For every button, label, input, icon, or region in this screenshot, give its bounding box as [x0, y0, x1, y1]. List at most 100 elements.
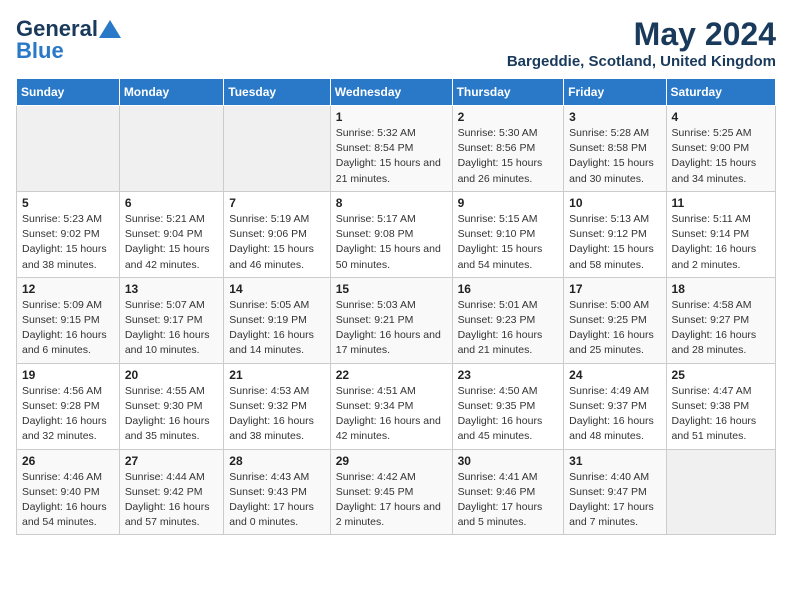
week-row-2: 12Sunrise: 5:09 AM Sunset: 9:15 PM Dayli…: [17, 277, 776, 363]
day-detail: Sunrise: 5:01 AM Sunset: 9:23 PM Dayligh…: [458, 298, 559, 359]
day-detail: Sunrise: 5:11 AM Sunset: 9:14 PM Dayligh…: [672, 212, 770, 273]
calendar-cell: 18 Sunrise: 4:58 AM Sunset: 9:27 PM Dayli…: [666, 277, 775, 363]
day-number: 17: [569, 282, 660, 296]
day-number: 13: [125, 282, 218, 296]
main-title: May 2024: [507, 16, 776, 53]
calendar-cell: 4 Sunrise: 5:25 AM Sunset: 9:00 PM Daylig…: [666, 106, 775, 192]
day-number: 20: [125, 368, 218, 382]
day-number: 23: [458, 368, 559, 382]
day-detail: Sunrise: 5:21 AM Sunset: 9:04 PM Dayligh…: [125, 212, 218, 273]
subtitle: Bargeddie, Scotland, United Kingdom: [507, 53, 776, 70]
day-number: 3: [569, 110, 660, 124]
day-number: 31: [569, 454, 660, 468]
day-number: 25: [672, 368, 770, 382]
day-number: 4: [672, 110, 770, 124]
calendar-cell: 24Sunrise: 4:49 AM Sunset: 9:37 PM Dayli…: [564, 363, 666, 449]
day-number: 11: [672, 196, 770, 210]
day-detail: Sunrise: 4:53 AM Sunset: 9:32 PM Dayligh…: [229, 384, 324, 445]
page-header: General Blue May 2024 Bargeddie, Scotlan…: [16, 16, 776, 70]
day-number: 8: [336, 196, 447, 210]
calendar-cell: 9Sunrise: 5:15 AM Sunset: 9:10 PM Daylig…: [452, 191, 564, 277]
calendar-cell: 13Sunrise: 5:07 AM Sunset: 9:17 PM Dayli…: [119, 277, 223, 363]
calendar-cell: 20 Sunrise: 4:55 AM Sunset: 9:30 PM Dayli…: [119, 363, 223, 449]
calendar-cell: [666, 449, 775, 535]
calendar-cell: [224, 106, 330, 192]
calendar-cell: 30 Sunrise: 4:41 AM Sunset: 9:46 PM Dayli…: [452, 449, 564, 535]
day-number: 29: [336, 454, 447, 468]
header-saturday: Saturday: [666, 79, 775, 106]
day-detail: Sunrise: 4:40 AM Sunset: 9:47 PM Dayligh…: [569, 470, 660, 531]
day-detail: Sunrise: 5:17 AM Sunset: 9:08 PM Dayligh…: [336, 212, 447, 273]
calendar-cell: 21 Sunrise: 4:53 AM Sunset: 9:32 PM Dayli…: [224, 363, 330, 449]
calendar-cell: 10 Sunrise: 5:13 AM Sunset: 9:12 PM Dayli…: [564, 191, 666, 277]
day-number: 28: [229, 454, 324, 468]
day-number: 12: [22, 282, 114, 296]
day-number: 1: [336, 110, 447, 124]
day-number: 19: [22, 368, 114, 382]
day-detail: Sunrise: 4:51 AM Sunset: 9:34 PM Dayligh…: [336, 384, 447, 445]
calendar-cell: 6 Sunrise: 5:21 AM Sunset: 9:04 PM Daylig…: [119, 191, 223, 277]
calendar-cell: 3 Sunrise: 5:28 AM Sunset: 8:58 PM Daylig…: [564, 106, 666, 192]
day-number: 21: [229, 368, 324, 382]
week-row-3: 19Sunrise: 4:56 AM Sunset: 9:28 PM Dayli…: [17, 363, 776, 449]
day-number: 15: [336, 282, 447, 296]
calendar-cell: 7Sunrise: 5:19 AM Sunset: 9:06 PM Daylig…: [224, 191, 330, 277]
day-detail: Sunrise: 5:13 AM Sunset: 9:12 PM Dayligh…: [569, 212, 660, 273]
calendar-cell: 12Sunrise: 5:09 AM Sunset: 9:15 PM Dayli…: [17, 277, 120, 363]
day-detail: Sunrise: 4:46 AM Sunset: 9:40 PM Dayligh…: [22, 470, 114, 531]
logo-blue: Blue: [16, 38, 64, 64]
calendar-cell: 16 Sunrise: 5:01 AM Sunset: 9:23 PM Dayli…: [452, 277, 564, 363]
day-number: 22: [336, 368, 447, 382]
header-sunday: Sunday: [17, 79, 120, 106]
day-detail: Sunrise: 4:55 AM Sunset: 9:30 PM Dayligh…: [125, 384, 218, 445]
logo-icon: [99, 18, 121, 40]
day-detail: Sunrise: 4:41 AM Sunset: 9:46 PM Dayligh…: [458, 470, 559, 531]
calendar-cell: 28 Sunrise: 4:43 AM Sunset: 9:43 PM Dayli…: [224, 449, 330, 535]
day-detail: Sunrise: 5:15 AM Sunset: 9:10 PM Dayligh…: [458, 212, 559, 273]
day-detail: Sunrise: 5:32 AM Sunset: 8:54 PM Dayligh…: [336, 126, 447, 187]
calendar-table: SundayMondayTuesdayWednesdayThursdayFrid…: [16, 78, 776, 535]
day-number: 5: [22, 196, 114, 210]
header-thursday: Thursday: [452, 79, 564, 106]
calendar-cell: 15 Sunrise: 5:03 AM Sunset: 9:21 PM Dayli…: [330, 277, 452, 363]
calendar-cell: 1 Sunrise: 5:32 AM Sunset: 8:54 PM Daylig…: [330, 106, 452, 192]
day-detail: Sunrise: 4:42 AM Sunset: 9:45 PM Dayligh…: [336, 470, 447, 531]
logo: General Blue: [16, 16, 121, 64]
week-row-1: 5Sunrise: 5:23 AM Sunset: 9:02 PM Daylig…: [17, 191, 776, 277]
day-detail: Sunrise: 5:05 AM Sunset: 9:19 PM Dayligh…: [229, 298, 324, 359]
calendar-cell: [17, 106, 120, 192]
calendar-cell: 26Sunrise: 4:46 AM Sunset: 9:40 PM Dayli…: [17, 449, 120, 535]
calendar-cell: 8 Sunrise: 5:17 AM Sunset: 9:08 PM Daylig…: [330, 191, 452, 277]
calendar-cell: 14Sunrise: 5:05 AM Sunset: 9:19 PM Dayli…: [224, 277, 330, 363]
day-detail: Sunrise: 4:43 AM Sunset: 9:43 PM Dayligh…: [229, 470, 324, 531]
calendar-cell: 29 Sunrise: 4:42 AM Sunset: 9:45 PM Dayli…: [330, 449, 452, 535]
day-detail: Sunrise: 5:25 AM Sunset: 9:00 PM Dayligh…: [672, 126, 770, 187]
week-row-4: 26Sunrise: 4:46 AM Sunset: 9:40 PM Dayli…: [17, 449, 776, 535]
week-row-0: 1 Sunrise: 5:32 AM Sunset: 8:54 PM Daylig…: [17, 106, 776, 192]
header-row: SundayMondayTuesdayWednesdayThursdayFrid…: [17, 79, 776, 106]
day-number: 7: [229, 196, 324, 210]
day-number: 30: [458, 454, 559, 468]
calendar-cell: [119, 106, 223, 192]
header-wednesday: Wednesday: [330, 79, 452, 106]
day-number: 2: [458, 110, 559, 124]
calendar-cell: 31 Sunrise: 4:40 AM Sunset: 9:47 PM Dayli…: [564, 449, 666, 535]
calendar-cell: 17 Sunrise: 5:00 AM Sunset: 9:25 PM Dayli…: [564, 277, 666, 363]
day-detail: Sunrise: 5:28 AM Sunset: 8:58 PM Dayligh…: [569, 126, 660, 187]
day-detail: Sunrise: 4:58 AM Sunset: 9:27 PM Dayligh…: [672, 298, 770, 359]
day-detail: Sunrise: 4:49 AM Sunset: 9:37 PM Dayligh…: [569, 384, 660, 445]
day-number: 16: [458, 282, 559, 296]
day-detail: Sunrise: 5:03 AM Sunset: 9:21 PM Dayligh…: [336, 298, 447, 359]
title-section: May 2024 Bargeddie, Scotland, United Kin…: [507, 16, 776, 70]
day-detail: Sunrise: 4:47 AM Sunset: 9:38 PM Dayligh…: [672, 384, 770, 445]
day-number: 10: [569, 196, 660, 210]
day-detail: Sunrise: 5:00 AM Sunset: 9:25 PM Dayligh…: [569, 298, 660, 359]
calendar-cell: 25 Sunrise: 4:47 AM Sunset: 9:38 PM Dayli…: [666, 363, 775, 449]
day-detail: Sunrise: 4:50 AM Sunset: 9:35 PM Dayligh…: [458, 384, 559, 445]
calendar-body: 1 Sunrise: 5:32 AM Sunset: 8:54 PM Daylig…: [17, 106, 776, 535]
day-number: 6: [125, 196, 218, 210]
calendar-cell: 2Sunrise: 5:30 AM Sunset: 8:56 PM Daylig…: [452, 106, 564, 192]
day-number: 18: [672, 282, 770, 296]
calendar-cell: 5Sunrise: 5:23 AM Sunset: 9:02 PM Daylig…: [17, 191, 120, 277]
header-tuesday: Tuesday: [224, 79, 330, 106]
